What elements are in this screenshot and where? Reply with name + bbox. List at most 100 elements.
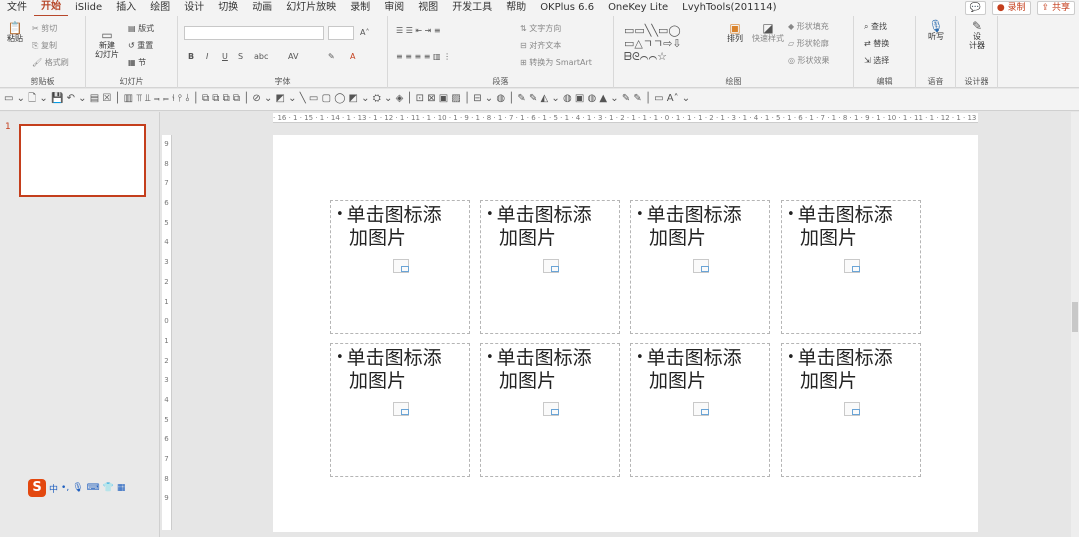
punctuation-icon[interactable]: •, [61,483,69,493]
microphone-icon[interactable]: 🎙 [72,483,83,493]
placeholder-line1: 单击图标添 [496,347,592,369]
format-painter-button[interactable]: 🖌 格式刷 [32,58,69,68]
vruler-tick: 9 [164,140,169,148]
placeholder-line2: 加图片 [800,370,858,392]
picture-placeholder[interactable]: • 单击图标添 加图片 [330,200,470,334]
align-text-button[interactable]: ⊟ 对齐文本 [520,41,561,51]
menu-tab-16[interactable]: LvyhTools(201114) [675,0,783,16]
clipboard-group-label: 剪贴板 [30,77,55,86]
vruler-tick: 6 [164,199,169,208]
editing-group-label: 编辑 [876,77,893,86]
qat-icons[interactable]: ▭ ⌄ 🗋 ⌄ 💾 ↶ ⌄ ▤ ☒ │ ▥ ⫪ ⫫ ⫬ ⫭ ⫮ ⫯ ⫰ │ ⧉ … [0,91,694,108]
new-slide-button[interactable]: ▭ 新建 幻灯片 [90,22,124,59]
font-grow-button[interactable]: A˄ [360,28,369,38]
vruler-tick: 2 [164,277,169,286]
placeholder-text: • 单击图标添 加图片 [486,203,616,250]
scrollbar-thumb[interactable] [1072,302,1078,332]
skin-icon[interactable]: 👕 [103,483,114,493]
picture-placeholder[interactable]: • 单击图标添 加图片 [781,343,921,477]
bullets-button[interactable]: ☰ ☰ ⇤ ⇥ ≡ [396,26,441,36]
find-button[interactable]: ⌕ 查找 [864,22,887,32]
vruler-tick: 4 [164,238,169,247]
bold-button[interactable]: B [188,52,194,62]
vruler-tick: 7 [164,179,169,188]
placeholder-line1: 单击图标添 [646,347,742,369]
font-name-field[interactable] [184,26,324,40]
share-button[interactable]: ⇪ 共享 [1036,1,1075,15]
comment-button[interactable]: 💬 [964,1,986,15]
text-direction-button[interactable]: ⇅ 文字方向 [520,24,561,34]
menu-tab-4[interactable]: 绘图 [143,0,177,16]
menu-tab-0[interactable]: 文件 [0,0,34,16]
menu-tab-10[interactable]: 审阅 [377,0,411,16]
arrange-button[interactable]: ▣ 排列 [722,22,748,43]
designer-button[interactable]: ✎ 设 计器 [962,20,992,50]
shape-effects-button[interactable]: ◎ 形状效果 [788,56,830,66]
menu-tab-3[interactable]: 插入 [109,0,143,16]
picture-placeholder[interactable]: • 单击图标添 加图片 [480,200,620,334]
menu-tab-13[interactable]: 帮助 [499,0,533,16]
record-button[interactable]: ● 录制 [991,1,1031,15]
font-size-field[interactable] [328,26,354,40]
menu-tab-12[interactable]: 开发工具 [445,0,499,16]
shadow-button[interactable]: abc [254,52,268,62]
insert-picture-icon[interactable] [693,402,709,416]
layout-button[interactable]: ▤ 版式 [128,24,154,34]
align-buttons[interactable]: ≡ ≡ ≡ ≡ ▥ ⋮ [396,52,451,62]
strikethrough-button[interactable]: S [238,52,243,62]
placeholder-text: • 单击图标添 加图片 [636,203,766,250]
clipboard-icon: 📋 [7,21,23,35]
highlight-button[interactable]: ✎ [328,52,335,62]
underline-button[interactable]: U [222,52,228,62]
picture-placeholder[interactable]: • 单击图标添 加图片 [630,343,770,477]
select-button[interactable]: ⇲ 选择 [864,56,889,66]
slide-thumbnail[interactable] [19,124,146,197]
shapes-gallery[interactable]: ▭▭╲╲▭◯ ▭△ㄱㄱ⇨⇩ ᗷᘓ⌒⌒☆ [624,24,682,63]
vertical-scrollbar[interactable] [1071,112,1079,537]
menu-tab-5[interactable]: 设计 [177,0,211,16]
menu-tab-15[interactable]: OneKey Lite [601,0,675,16]
menu-tab-7[interactable]: 动画 [245,0,279,16]
vruler-tick: 8 [164,474,169,483]
picture-placeholder[interactable]: • 单击图标添 加图片 [330,343,470,477]
menu-tab-14[interactable]: OKPlus 6.6 [533,0,601,16]
quick-styles-button[interactable]: ◪ 快速样式 [750,22,786,43]
paste-button[interactable]: 📋 粘贴 [3,21,27,43]
insert-picture-icon[interactable] [543,402,559,416]
menu-tab-11[interactable]: 视图 [411,0,445,16]
picture-placeholder[interactable]: • 单击图标添 加图片 [781,200,921,334]
insert-picture-icon[interactable] [543,259,559,273]
shape-outline-button[interactable]: ▱ 形状轮廓 [788,39,829,49]
insert-picture-icon[interactable] [844,259,860,273]
char-spacing-button[interactable]: AV [288,52,298,62]
menu-tab-9[interactable]: 录制 [343,0,377,16]
menu-tab-8[interactable]: 幻灯片放映 [279,0,343,16]
reset-button[interactable]: ↺ 重置 [128,41,153,51]
menu-tab-6[interactable]: 切换 [211,0,245,16]
ime-toolbar[interactable]: S 中 •, 🎙 ⌨ 👕 ▦ [28,479,125,497]
menu-tab-2[interactable]: iSlide [68,0,109,16]
cut-button[interactable]: ✂ 剪切 [32,24,57,34]
replace-button[interactable]: ⇄ 替换 [864,39,889,49]
insert-picture-icon[interactable] [844,402,860,416]
picture-placeholder[interactable]: • 单击图标添 加图片 [480,343,620,477]
insert-picture-icon[interactable] [393,402,409,416]
dictate-button[interactable]: 🎙 听写 [922,20,950,41]
insert-picture-icon[interactable] [693,259,709,273]
menu-tab-1[interactable]: 开始 [34,0,68,17]
menu-bar: 文件 开始 iSlide 插入 绘图 设计 切换 动画 幻灯片放映 录制 审阅 视图 开发工具 帮助 OKP… [0,0,1079,17]
insert-picture-icon[interactable] [393,259,409,273]
placeholder-line2: 加图片 [349,227,407,249]
font-color-button[interactable]: A [350,52,355,62]
copy-button[interactable]: ⎘ 复制 [32,41,57,51]
paragraph-group-label: 段落 [492,77,509,86]
shape-fill-button[interactable]: ◆ 形状填充 [788,22,829,32]
grid-icon[interactable]: ▦ [117,483,126,493]
ime-mode[interactable]: 中 [49,482,58,495]
keyboard-icon[interactable]: ⌨ [87,483,100,493]
section-button[interactable]: ▦ 节 [128,58,146,68]
picture-placeholder[interactable]: • 单击图标添 加图片 [630,200,770,334]
italic-button[interactable]: I [206,52,208,62]
slide-canvas[interactable]: • 单击图标添 加图片 • 单击图标添 加图片 • 单击图标添 加图片 • 单击图标添 加图片 • 单击图… [273,135,978,532]
smartart-button[interactable]: ⊞ 转换为 SmartArt [520,58,592,68]
